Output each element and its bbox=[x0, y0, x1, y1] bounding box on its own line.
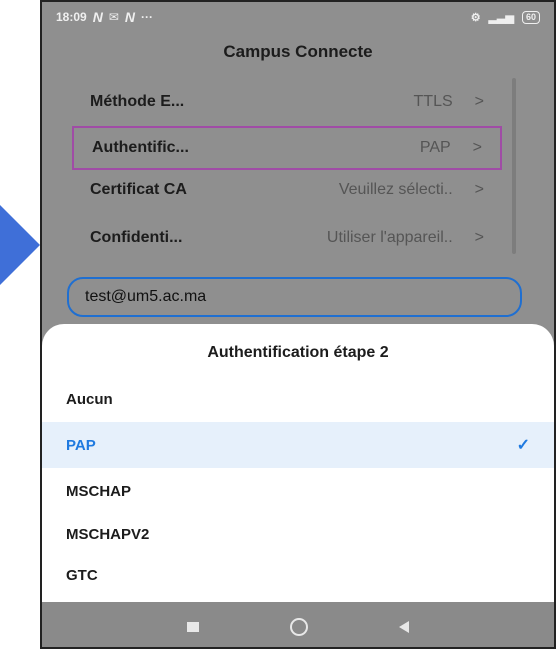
page-title: Campus Connecte bbox=[223, 42, 373, 61]
option-label: GTC bbox=[66, 566, 98, 584]
notification-n-icon-2: N bbox=[124, 9, 136, 25]
mail-icon: ✉ bbox=[108, 10, 119, 24]
navigation-bar bbox=[42, 602, 554, 647]
option-label: MSCHAPV2 bbox=[66, 525, 150, 543]
option-mschap[interactable]: MSCHAP bbox=[42, 468, 554, 514]
bottom-sheet: Authentification étape 2 Aucun PAP ✓ MSC… bbox=[42, 324, 554, 602]
option-gtc[interactable]: GTC bbox=[42, 552, 554, 598]
chevron-right-icon: > bbox=[474, 229, 484, 246]
wifi-icon: ⚙ bbox=[470, 11, 481, 24]
arrow-right-icon bbox=[0, 205, 40, 285]
nav-home-icon[interactable] bbox=[289, 617, 308, 636]
more-notifications-icon: ··· bbox=[141, 10, 154, 24]
option-pap[interactable]: PAP ✓ bbox=[42, 422, 554, 468]
setting-label: Méthode E... bbox=[90, 93, 185, 110]
sheet-title: Authentification étape 2 bbox=[207, 344, 389, 361]
notification-n-icon: N bbox=[92, 9, 103, 25]
option-label: Aucun bbox=[66, 390, 113, 408]
setting-value: TTLS bbox=[413, 93, 453, 110]
setting-label: Confidenti... bbox=[90, 229, 183, 246]
chevron-right-icon: > bbox=[474, 181, 484, 198]
scrollbar[interactable] bbox=[512, 78, 516, 254]
battery-level: 60 bbox=[525, 11, 536, 22]
signal-icon: ▂▃▅ bbox=[488, 11, 514, 24]
setting-phase2-auth[interactable]: Authentific... PAP > bbox=[72, 126, 502, 170]
setting-label: Authentific... bbox=[92, 139, 189, 156]
phone-screen: 18:09 N ✉ N ··· ⚙ ▂▃▅ 60 Campus Connecte… bbox=[40, 0, 556, 649]
status-time: 18:09 bbox=[56, 10, 87, 24]
chevron-right-icon: > bbox=[472, 139, 482, 156]
status-bar: 18:09 N ✉ N ··· ⚙ ▂▃▅ 60 bbox=[42, 2, 554, 32]
setting-value: Utiliser l'appareil.. bbox=[326, 229, 453, 246]
option-aucun[interactable]: Aucun bbox=[42, 376, 554, 422]
option-label: MSCHAP bbox=[66, 482, 132, 500]
chevron-right-icon: > bbox=[474, 93, 484, 110]
setting-value: PAP bbox=[419, 139, 451, 156]
nav-back-icon[interactable] bbox=[398, 620, 409, 633]
setting-ca-certificate[interactable]: Certificat CA Veuillez sélecti.. > bbox=[72, 168, 502, 212]
identity-value: test@um5.ac.ma bbox=[85, 288, 207, 305]
setting-privacy[interactable]: Confidenti... Utiliser l'appareil.. > bbox=[72, 216, 502, 260]
identity-input[interactable]: test@um5.ac.ma bbox=[67, 277, 522, 317]
setting-value: Veuillez sélecti.. bbox=[338, 181, 453, 198]
battery-icon: 60 bbox=[521, 10, 540, 24]
setting-eap-method[interactable]: Méthode E... TTLS > bbox=[72, 80, 502, 124]
option-label: PAP bbox=[66, 436, 96, 454]
option-mschapv2[interactable]: MSCHAPV2 bbox=[42, 511, 554, 557]
nav-recents-icon[interactable] bbox=[187, 621, 200, 632]
setting-label: Certificat CA bbox=[90, 181, 187, 198]
check-icon: ✓ bbox=[516, 437, 530, 454]
